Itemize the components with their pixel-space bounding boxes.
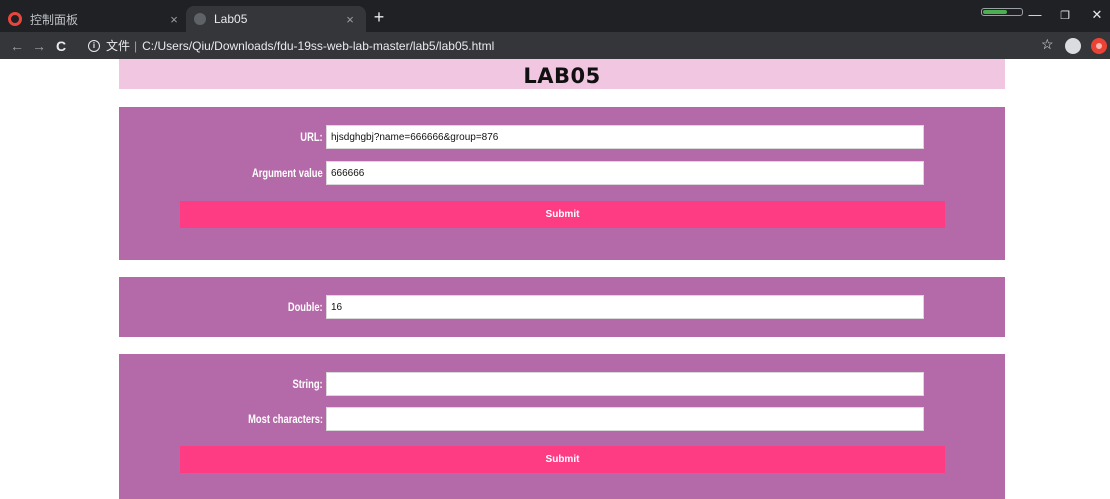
new-tab-button[interactable]: + — [370, 8, 388, 26]
tab-title: Lab05 — [214, 12, 248, 26]
browser-toolbar: ← → C i 文件 | C:/Users/Qiu/Downloads/fdu-… — [0, 32, 1110, 59]
double-form-panel: Double: — [119, 277, 1005, 337]
tab-lab05[interactable]: Lab05 × — [186, 6, 366, 32]
url-submit-button[interactable]: Submit — [180, 201, 945, 228]
double-label: Double: — [288, 300, 323, 314]
string-submit-button[interactable]: Submit — [180, 446, 945, 473]
string-row: String: — [119, 372, 1005, 396]
control-panel-favicon-icon — [8, 12, 22, 26]
tab-close-icon[interactable]: × — [342, 12, 358, 27]
most-characters-row: Most characters: — [119, 407, 1005, 431]
address-bar[interactable]: i 文件 | C:/Users/Qiu/Downloads/fdu-19ss-w… — [88, 35, 1030, 56]
url-form-panel: URL: Argument value Submit — [119, 107, 1005, 260]
tab-close-icon[interactable]: × — [166, 12, 182, 27]
globe-favicon-icon — [194, 13, 206, 25]
most-characters-input[interactable] — [326, 407, 924, 431]
forward-button[interactable]: → — [28, 38, 50, 54]
scheme-label: 文件 — [106, 39, 131, 53]
url-label: URL: — [300, 130, 323, 144]
extension-icon[interactable] — [1091, 38, 1107, 54]
url-input[interactable] — [326, 125, 924, 149]
most-characters-label: Most characters: — [248, 412, 323, 426]
double-row: Double: — [119, 295, 1005, 319]
bookmark-star-icon[interactable]: ☆ — [1041, 36, 1054, 53]
tab-strip: 控制面板 × Lab05 × + — ❐ ✕ — [0, 0, 1110, 32]
tab-control-panel[interactable]: 控制面板 × — [0, 6, 190, 32]
argument-label: Argument value — [252, 166, 323, 180]
string-label: String: — [292, 377, 323, 391]
page-title: LAB05 — [523, 64, 601, 88]
address-separator: | — [134, 38, 138, 53]
close-window-button[interactable]: ✕ — [1082, 7, 1110, 23]
back-button[interactable]: ← — [6, 38, 28, 54]
argument-row: Argument value — [119, 161, 1005, 185]
string-form-panel: String: Most characters: Submit — [119, 354, 1005, 499]
url-row: URL: — [119, 125, 1005, 149]
info-icon[interactable]: i — [88, 39, 100, 52]
string-input[interactable] — [326, 372, 924, 396]
url-text[interactable]: C:/Users/Qiu/Downloads/fdu-19ss-web-lab-… — [142, 39, 494, 53]
memory-meter — [981, 8, 1023, 16]
tab-title: 控制面板 — [30, 12, 79, 27]
double-input[interactable] — [326, 295, 924, 319]
minimize-button[interactable]: — — [1020, 7, 1050, 22]
profile-avatar-icon[interactable] — [1065, 38, 1081, 54]
reload-button[interactable]: C — [50, 38, 72, 54]
argument-value-input[interactable] — [326, 161, 924, 185]
maximize-button[interactable]: ❐ — [1050, 9, 1080, 22]
memory-meter-fill — [983, 10, 1007, 14]
page-header: LAB05 — [119, 59, 1005, 89]
page-content: LAB05 URL: Argument value Submit Double:… — [0, 59, 1110, 499]
